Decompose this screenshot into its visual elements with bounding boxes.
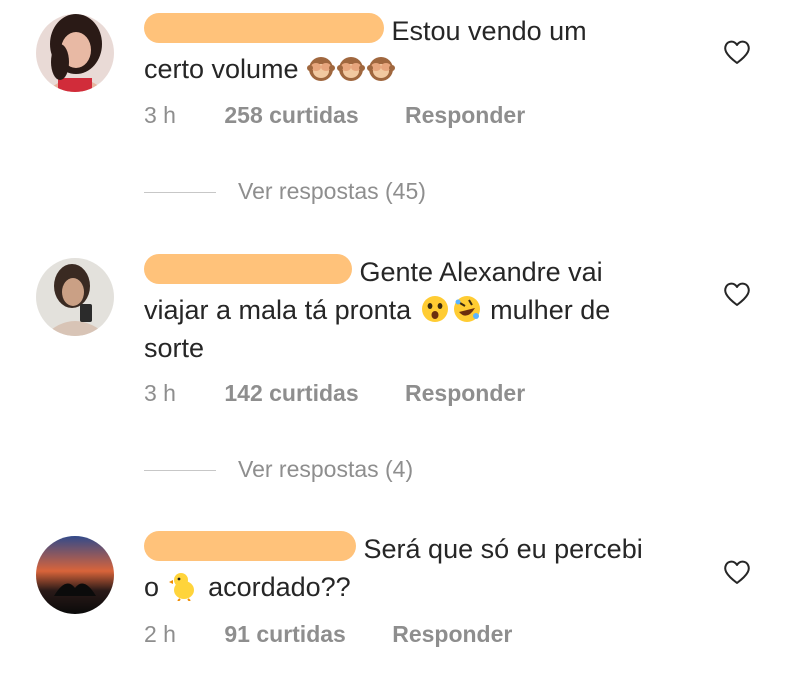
reply-button[interactable]: Responder bbox=[392, 621, 512, 648]
comment-text: sorte bbox=[144, 333, 205, 363]
astonished-face-emoji bbox=[420, 294, 450, 324]
view-replies-label: Ver respostas (45) bbox=[238, 178, 426, 204]
avatar[interactable] bbox=[36, 536, 114, 614]
comment-text: acordado?? bbox=[208, 572, 351, 602]
view-replies-label: Ver respostas (4) bbox=[238, 456, 414, 482]
divider-line bbox=[144, 470, 216, 472]
comment-text: o bbox=[144, 572, 160, 602]
redacted-username bbox=[144, 13, 384, 43]
baby-chick-emoji bbox=[168, 571, 200, 601]
see-no-evil-monkey-emoji bbox=[337, 55, 366, 83]
heart-outline-icon bbox=[724, 282, 750, 306]
rolling-on-floor-laughing-emoji bbox=[452, 294, 482, 324]
see-no-evil-monkey-emoji bbox=[307, 55, 336, 83]
like-button[interactable] bbox=[722, 280, 752, 308]
see-no-evil-monkey-emoji bbox=[367, 55, 396, 83]
redacted-username bbox=[144, 254, 352, 284]
heart-outline-icon bbox=[724, 560, 750, 584]
reply-button[interactable]: Responder bbox=[405, 380, 525, 407]
comment-text: mulher de bbox=[490, 295, 611, 325]
comment-text: Estou vendo um bbox=[391, 16, 587, 46]
timestamp: 3 h bbox=[144, 102, 176, 128]
likes-count[interactable]: 142 curtidas bbox=[224, 380, 358, 407]
comment-text: Será que só eu percebi bbox=[363, 534, 643, 564]
comment-text: viajar a mala tá pronta bbox=[144, 295, 412, 325]
comment-text: certo volume bbox=[144, 54, 299, 84]
avatar[interactable] bbox=[36, 14, 114, 92]
likes-count[interactable]: 258 curtidas bbox=[224, 102, 358, 129]
redacted-username bbox=[144, 531, 356, 561]
view-replies-button[interactable]: Ver respostas (45) bbox=[144, 178, 426, 205]
reply-button[interactable]: Responder bbox=[405, 102, 525, 129]
divider-line bbox=[144, 192, 216, 194]
heart-outline-icon bbox=[724, 40, 750, 64]
timestamp: 2 h bbox=[144, 621, 176, 647]
view-replies-button[interactable]: Ver respostas (4) bbox=[144, 456, 413, 483]
avatar[interactable] bbox=[36, 258, 114, 336]
like-button[interactable] bbox=[722, 558, 752, 586]
timestamp: 3 h bbox=[144, 380, 176, 406]
like-button[interactable] bbox=[722, 38, 752, 66]
comment-text: Gente Alexandre vai bbox=[359, 257, 603, 287]
likes-count[interactable]: 91 curtidas bbox=[224, 621, 345, 648]
